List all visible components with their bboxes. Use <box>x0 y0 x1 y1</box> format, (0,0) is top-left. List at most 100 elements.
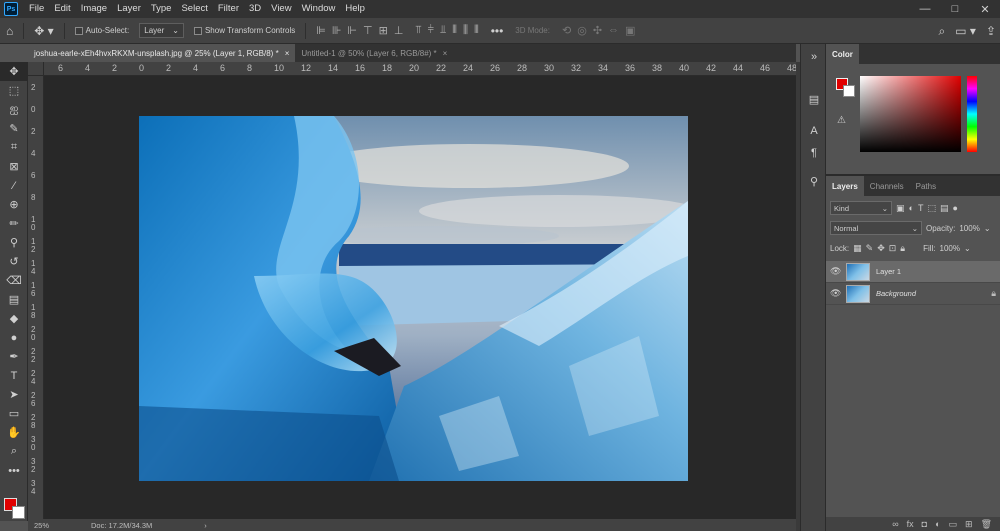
auto-select-checkbox[interactable]: Auto-Select: <box>69 26 136 35</box>
lasso-tool-icon[interactable]: ஐ <box>0 100 28 119</box>
new-group-icon[interactable]: ▭ <box>949 519 958 530</box>
search-icon[interactable]: ⌕ <box>939 24 946 39</box>
tab-document-1[interactable]: joshua-earle-xEh4hvxRKXM-unsplash.jpg @ … <box>28 44 296 62</box>
menu-view[interactable]: View <box>266 0 296 18</box>
frame-tool-icon[interactable]: ⊠ <box>0 157 28 176</box>
3d-pan-icon[interactable]: ✣ <box>593 24 602 37</box>
align-left-icon[interactable]: ⊫ <box>316 24 326 37</box>
menu-help[interactable]: Help <box>340 0 370 18</box>
edit-toolbar-icon[interactable]: ••• <box>0 461 28 480</box>
chevron-down-icon[interactable]: ⌄ <box>964 244 971 253</box>
marquee-tool-icon[interactable]: ⬚ <box>0 81 28 100</box>
brush-tool-icon[interactable]: ✏ <box>0 214 28 233</box>
document-image[interactable] <box>139 116 688 481</box>
dodge-tool-icon[interactable]: ● <box>0 328 28 347</box>
color-swatches[interactable] <box>4 498 26 519</box>
align-middle-icon[interactable]: ⊞ <box>379 24 388 37</box>
distribute-bottom-icon[interactable]: ⫫ <box>440 24 446 37</box>
opacity-field[interactable]: 100% <box>959 224 979 233</box>
new-adjustment-icon[interactable]: ◐ <box>935 519 940 529</box>
rectangle-tool-icon[interactable]: ▭ <box>0 404 28 423</box>
distribute-right-icon[interactable]: ⫴ <box>474 24 479 37</box>
background-color-swatch[interactable] <box>843 85 855 97</box>
move-tool-icon[interactable]: ✥ <box>0 62 28 81</box>
zoom-level[interactable]: 25% <box>28 521 55 530</box>
workspace-icon[interactable]: ▭ ▾ <box>955 24 976 38</box>
lock-position-icon[interactable]: ✥ <box>877 243 885 254</box>
menu-3d[interactable]: 3D <box>244 0 266 18</box>
layer-row-background[interactable]: 👁︎ Background 🔒︎ <box>826 283 1000 305</box>
menu-edit[interactable]: Edit <box>49 0 75 18</box>
layer-name[interactable]: Background <box>876 289 916 298</box>
filter-shape-icon[interactable]: ⬚ <box>927 203 936 214</box>
path-selection-tool-icon[interactable]: ➤ <box>0 385 28 404</box>
filter-smart-object-icon[interactable]: ▤ <box>940 203 949 214</box>
blur-tool-icon[interactable]: ◆ <box>0 309 28 328</box>
eraser-tool-icon[interactable]: ⌫ <box>0 271 28 290</box>
hue-slider[interactable] <box>967 76 977 152</box>
hand-tool-icon[interactable]: ✋ <box>0 423 28 442</box>
eye-icon[interactable]: 👁︎ <box>830 266 844 277</box>
lock-image-icon[interactable]: ✎ <box>866 243 874 254</box>
layer-name[interactable]: Layer 1 <box>876 267 901 276</box>
move-tool-preset-icon[interactable]: ✥ ▾ <box>28 24 59 38</box>
lock-artboard-icon[interactable]: ⊡ <box>889 243 897 254</box>
background-color-swatch[interactable] <box>12 506 25 519</box>
menu-image[interactable]: Image <box>76 0 112 18</box>
paragraph-icon[interactable]: ¶ <box>801 142 827 164</box>
3d-rotate-icon[interactable]: ⟲ <box>562 24 571 37</box>
tab-document-2[interactable]: Untitled-1 @ 50% (Layer 6, RGB/8#) * × <box>295 44 453 62</box>
distribute-top-icon[interactable]: ⫪ <box>415 24 421 37</box>
more-options-icon[interactable]: ••• <box>485 24 510 38</box>
auto-select-target-dropdown[interactable]: Layer ⌄ <box>139 23 184 38</box>
distribute-center-icon[interactable]: ⫼ <box>463 24 468 37</box>
menu-filter[interactable]: Filter <box>213 0 244 18</box>
lock-transparent-icon[interactable]: ▦ <box>853 243 862 254</box>
3d-roll-icon[interactable]: ◎ <box>577 24 587 37</box>
layer-style-icon[interactable]: fx <box>907 519 914 529</box>
distribute-middle-icon[interactable]: ⫩ <box>428 24 434 37</box>
filter-pixel-icon[interactable]: ▣ <box>896 203 905 214</box>
clone-stamp-tool-icon[interactable]: ⚲ <box>0 233 28 252</box>
crop-tool-icon[interactable]: ⌗ <box>0 138 28 157</box>
distribute-left-icon[interactable]: ⦀ <box>452 24 457 37</box>
status-menu-arrow[interactable]: › <box>198 521 213 530</box>
menu-layer[interactable]: Layer <box>112 0 146 18</box>
filter-adjustment-icon[interactable]: ◐ <box>909 203 914 213</box>
layer-row-layer-1[interactable]: 👁︎ Layer 1 <box>826 261 1000 283</box>
history-icon[interactable]: ▤ <box>801 88 827 110</box>
tab-layers[interactable]: Layers <box>826 176 864 196</box>
color-field[interactable] <box>860 76 961 152</box>
lock-all-icon[interactable]: 🔒︎ <box>900 243 905 254</box>
tab-color[interactable]: Color <box>826 44 859 64</box>
chevron-down-icon[interactable]: ⌄ <box>984 224 991 233</box>
align-center-icon[interactable]: ⊪ <box>332 24 342 37</box>
link-layers-icon[interactable]: ∞ <box>892 519 898 529</box>
eyedropper-tool-icon[interactable]: ⁄ <box>0 176 28 195</box>
close-window-button[interactable]: ✕ <box>970 3 1000 16</box>
history-brush-tool-icon[interactable]: ↺ <box>0 252 28 271</box>
properties-icon[interactable]: ⚲ <box>801 170 827 192</box>
close-icon[interactable]: × <box>285 49 290 58</box>
menu-window[interactable]: Window <box>297 0 341 18</box>
warning-icon[interactable]: ⚠ <box>837 106 846 136</box>
minimize-button[interactable]: — <box>910 3 940 15</box>
align-right-icon[interactable]: ⊩ <box>347 24 357 37</box>
filter-toggle-icon[interactable]: ● <box>952 203 957 213</box>
filter-type-icon[interactable]: T <box>918 203 924 213</box>
menu-select[interactable]: Select <box>176 0 212 18</box>
canvas-area[interactable] <box>44 76 796 519</box>
add-mask-icon[interactable]: ◘ <box>922 519 927 529</box>
tab-channels[interactable]: Channels <box>864 176 910 196</box>
share-icon[interactable]: ⇪ <box>986 24 996 38</box>
healing-brush-tool-icon[interactable]: ⊕ <box>0 195 28 214</box>
tab-paths[interactable]: Paths <box>910 176 942 196</box>
horizontal-ruler[interactable]: 6 4 2 0 2 4 6 8 10 12 14 16 18 20 22 24 26 28 30 32 34 36 38 40… <box>44 62 796 76</box>
character-icon[interactable]: A <box>801 120 827 142</box>
lock-icon[interactable]: 🔒︎ <box>991 288 996 299</box>
vertical-ruler[interactable]: 2 0 2 4 6 8 1 0 1 2 1 4 1 6 1 8 2 0 2 2 2 4 2 6 2 8 3 0 3… <box>28 76 44 519</box>
fill-field[interactable]: 100% <box>940 244 960 253</box>
pen-tool-icon[interactable]: ✒ <box>0 347 28 366</box>
gradient-tool-icon[interactable]: ▤ <box>0 290 28 309</box>
filter-kind-dropdown[interactable]: Kind ⌄ <box>830 201 892 215</box>
